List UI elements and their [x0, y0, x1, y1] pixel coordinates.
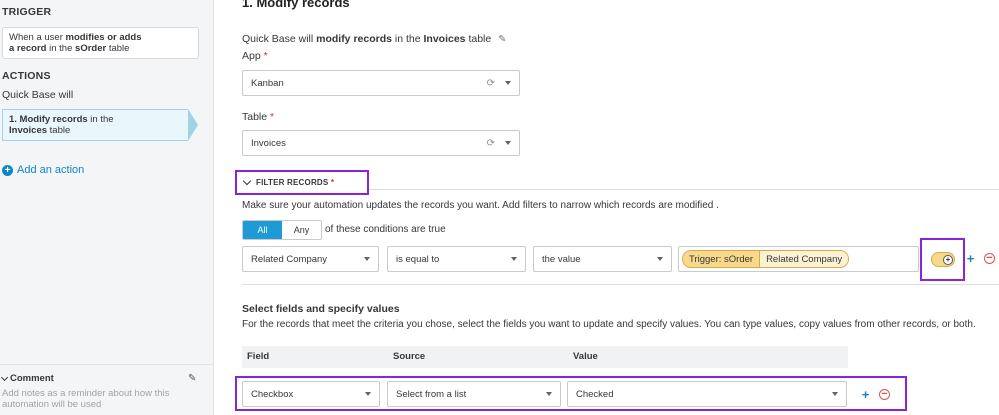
filter-value-input[interactable]: Trigger: sOrder Related Company: [678, 246, 919, 272]
divider: [242, 284, 999, 285]
field-reference-chip[interactable]: Trigger: sOrder Related Company: [682, 250, 850, 268]
trigger-text-event: modifies or adds: [65, 32, 142, 43]
value-select-value: Checked: [576, 388, 614, 400]
chevron-down-icon: [546, 392, 552, 396]
table-select[interactable]: Invoices ⟳: [242, 130, 520, 156]
action-card-modify-records[interactable]: 1. Modify records in the Invoices table: [2, 109, 198, 141]
required-mark: *: [270, 111, 275, 123]
table-label: Table *: [242, 111, 274, 123]
comment-title: Comment: [10, 373, 54, 384]
chevron-down-icon: [832, 392, 838, 396]
divider: [369, 189, 999, 190]
chevron-down-icon: [365, 392, 371, 396]
chevron-down-icon: [0, 373, 9, 381]
action-summary: Quick Base will modify records in the In…: [242, 33, 507, 45]
action-text-suffix: table: [47, 125, 71, 136]
refresh-icon[interactable]: ⟳: [487, 138, 495, 149]
page-title: 1. Modify records: [242, 0, 350, 10]
filter-description: Make sure your automation updates the re…: [242, 200, 719, 211]
app-select-value: Kanban: [251, 77, 284, 89]
source-select-value: Select from a list: [396, 388, 467, 400]
filter-records-toggle[interactable]: FILTER RECORDS *: [235, 170, 369, 195]
header-field: Field: [247, 351, 270, 362]
app-select[interactable]: Kanban ⟳: [242, 70, 520, 96]
insert-field-button[interactable]: +: [931, 252, 955, 267]
filter-value-type-value: the value: [542, 253, 581, 265]
action-text-table: Invoices: [9, 125, 48, 136]
filter-value-type-select[interactable]: the value: [533, 246, 672, 272]
actions-section-title: ACTIONS: [2, 70, 51, 82]
plus-circle-icon: +: [2, 164, 13, 176]
field-select[interactable]: Checkbox: [242, 381, 380, 407]
action-text-title: 1. Modify records: [9, 114, 88, 125]
trigger-text-mid: in the: [46, 43, 76, 54]
trigger-text-object: a record: [9, 43, 47, 54]
actions-intro: Quick Base will: [2, 89, 74, 101]
refresh-icon[interactable]: ⟳: [487, 78, 495, 89]
chevron-down-icon: [511, 257, 517, 261]
comment-panel: Comment ✎ Add notes as a reminder about …: [0, 364, 213, 415]
filter-field-select[interactable]: Related Company: [242, 246, 379, 272]
summary-mid: in the: [391, 33, 424, 45]
app-label-text: App: [242, 50, 261, 62]
header-value: Value: [573, 351, 598, 362]
pencil-icon[interactable]: ✎: [498, 34, 506, 45]
match-all-option[interactable]: All: [243, 221, 282, 239]
add-action-label: Add an action: [17, 164, 85, 176]
fields-section-description: For the records that meet the criteria y…: [242, 319, 976, 330]
pencil-icon[interactable]: ✎: [188, 373, 196, 384]
app-label: App *: [242, 50, 268, 62]
add-action-link[interactable]: + Add an action: [2, 164, 84, 176]
filter-records-title: FILTER RECORDS: [256, 178, 329, 187]
header-source: Source: [393, 351, 426, 362]
filter-operator-value: is equal to: [396, 253, 440, 265]
summary-action: modify records: [316, 33, 392, 45]
chip-field: Related Company: [759, 251, 849, 267]
trigger-text-prefix: When a user: [9, 32, 66, 43]
trigger-section-title: TRIGGER: [2, 6, 52, 18]
field-select-value: Checkbox: [251, 388, 294, 400]
table-select-value: Invoices: [251, 137, 286, 149]
summary-table: Invoices: [423, 33, 466, 45]
summary-suffix: table: [465, 33, 492, 45]
trigger-text-table: sOrder: [75, 43, 107, 54]
trigger-text-suffix: table: [106, 43, 130, 54]
fields-section-title: Select fields and specify values: [242, 303, 400, 315]
chevron-down-icon: [242, 176, 252, 186]
match-any-option[interactable]: Any: [282, 221, 321, 239]
action-text-mid: in the: [87, 114, 114, 125]
sidebar: TRIGGER When a user modifies or adds a r…: [0, 0, 214, 415]
fields-table-header: Field Source Value: [242, 346, 848, 368]
filter-operator-select[interactable]: is equal to: [387, 246, 526, 272]
chevron-down-icon: [505, 141, 511, 145]
conditions-text: of these conditions are true: [325, 224, 446, 235]
comment-toggle[interactable]: Comment: [0, 373, 54, 384]
source-select[interactable]: Select from a list: [387, 381, 561, 407]
comment-placeholder[interactable]: Add notes as a reminder about how this a…: [2, 388, 192, 410]
filter-field-value: Related Company: [251, 253, 328, 265]
remove-field-button[interactable]: −: [879, 389, 890, 400]
chevron-down-icon: [505, 81, 511, 85]
match-toggle: All Any: [242, 220, 322, 240]
required-mark: *: [263, 50, 268, 62]
chevron-down-icon: [364, 257, 370, 261]
summary-prefix: Quick Base will: [242, 33, 317, 45]
remove-filter-button[interactable]: −: [984, 253, 995, 264]
chip-source: Trigger: sOrder: [683, 251, 760, 267]
trigger-card[interactable]: When a user modifies or adds a record in…: [2, 27, 199, 59]
value-select[interactable]: Checked: [567, 381, 847, 407]
required-mark: *: [330, 178, 335, 187]
add-filter-button[interactable]: +: [965, 252, 976, 265]
chevron-down-icon: [657, 257, 663, 261]
add-field-button[interactable]: +: [860, 388, 871, 401]
table-label-text: Table: [242, 111, 268, 123]
plus-icon: +: [943, 255, 953, 265]
